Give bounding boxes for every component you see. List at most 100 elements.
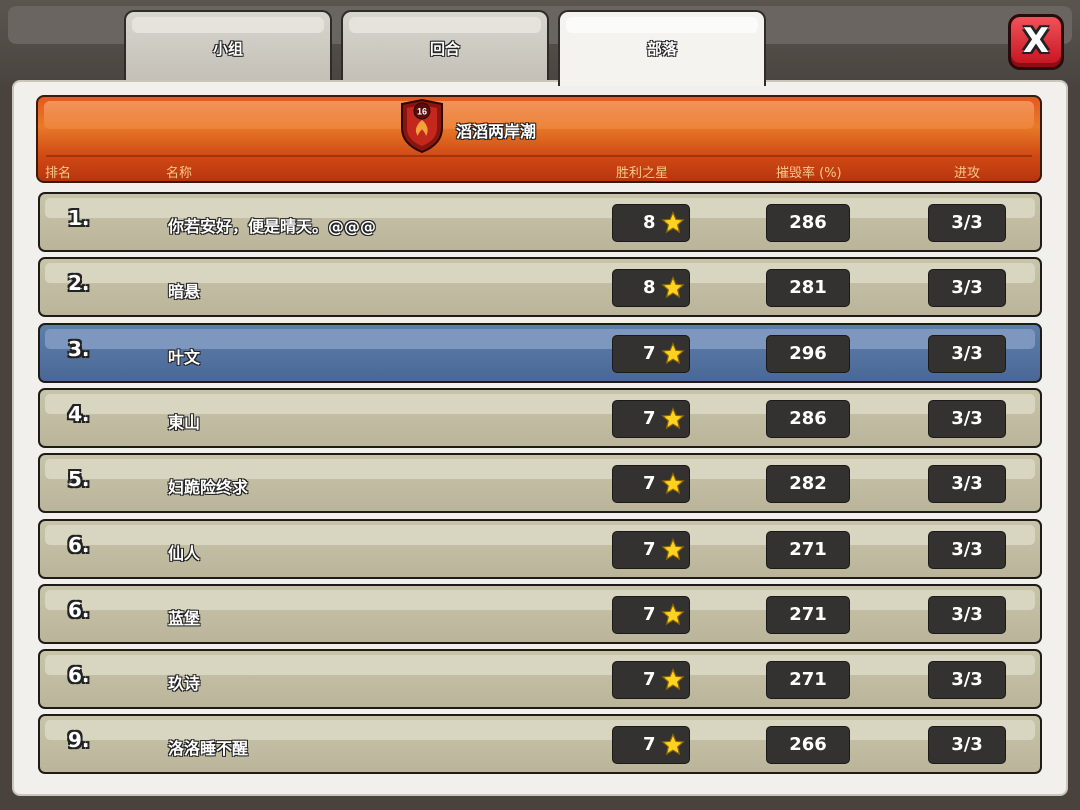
star-icon	[661, 472, 685, 496]
player-name: 玖诗	[168, 674, 201, 694]
star-icon	[661, 276, 685, 300]
column-header-rank: 排名	[45, 166, 72, 181]
stars-value: 8	[643, 277, 656, 299]
player-row[interactable]: 4. 東山 7 286 3/3	[38, 387, 1042, 448]
stars-box: 7	[612, 530, 690, 569]
star-icon	[661, 602, 685, 627]
player-rank: 6.	[68, 532, 90, 557]
attacks-value: 3/3	[951, 212, 983, 233]
destruction-value: 271	[789, 669, 827, 691]
column-header-destruction: 摧毁率 (%)	[776, 166, 842, 181]
star-icon	[661, 406, 685, 431]
destruction-box: 281	[766, 269, 850, 308]
player-name: 蓝堡	[168, 608, 201, 628]
player-row[interactable]: 9. 洛洛睡不醒 7 266 3/3	[38, 714, 1042, 775]
destruction-box: 271	[766, 530, 850, 569]
tab-highlight	[132, 17, 324, 33]
player-row[interactable]: 5. 妇跪险终求 7 282 3/3	[38, 453, 1042, 514]
clan-level: 16	[417, 107, 427, 117]
clan-header-highlight	[44, 101, 1034, 129]
attacks-value: 3/3	[951, 669, 983, 691]
attacks-value: 3/3	[951, 407, 983, 429]
player-row[interactable]: 1. 你若安好，便是晴天。@@@ 8 286 3/3	[38, 192, 1042, 252]
player-rank: 5.	[68, 467, 90, 492]
player-rank: 6.	[68, 597, 90, 622]
destruction-box: 286	[766, 399, 850, 438]
player-name: 你若安好，便是晴天。@@@	[168, 217, 377, 236]
stars-value: 7	[643, 342, 656, 364]
attacks-box: 3/3	[928, 399, 1006, 438]
close-button[interactable]: X	[1008, 14, 1064, 70]
stars-box: 7	[612, 334, 690, 373]
attacks-value: 3/3	[951, 473, 983, 495]
destruction-box: 271	[766, 661, 850, 700]
attacks-box: 3/3	[928, 530, 1006, 569]
player-row[interactable]: 2. 暗悬 8 281 3/3	[38, 257, 1042, 318]
column-header-attacks: 进攻	[954, 166, 981, 181]
tab-highlight	[349, 17, 541, 33]
tab-highlight	[566, 17, 758, 33]
destruction-box: 266	[766, 726, 850, 765]
stars-box: 7	[612, 726, 690, 765]
clan-badge-icon[interactable]: 16	[398, 98, 446, 154]
tab-group[interactable]: 小组	[124, 10, 332, 82]
attacks-box: 3/3	[928, 204, 1006, 242]
destruction-box: 286	[766, 204, 850, 242]
stars-box: 7	[612, 661, 690, 700]
attacks-box: 3/3	[928, 661, 1006, 700]
player-rank: 9.	[68, 728, 90, 753]
destruction-value: 282	[789, 473, 827, 495]
star-icon	[661, 341, 685, 366]
tab-clan[interactable]: 部落	[558, 10, 766, 86]
stars-box: 8	[612, 204, 690, 242]
destruction-box: 271	[766, 595, 850, 634]
stars-value: 7	[643, 734, 656, 756]
player-row[interactable]: 6. 玖诗 7 271 3/3	[38, 649, 1042, 710]
close-icon: X	[1022, 21, 1050, 61]
attacks-value: 3/3	[951, 342, 983, 364]
attacks-box: 3/3	[928, 334, 1006, 373]
destruction-value: 266	[789, 734, 827, 756]
destruction-value: 271	[789, 538, 827, 560]
attacks-value: 3/3	[951, 538, 983, 560]
attacks-box: 3/3	[928, 726, 1006, 765]
player-name: 仙人	[168, 543, 201, 563]
stars-box: 8	[612, 269, 690, 308]
tab-round-label: 回合	[429, 40, 460, 58]
attacks-value: 3/3	[951, 277, 983, 299]
attacks-box: 3/3	[928, 595, 1006, 634]
star-icon	[661, 537, 685, 562]
player-rank: 3.	[68, 336, 90, 361]
stars-box: 7	[612, 465, 690, 504]
player-name: 妇跪险终求	[168, 478, 249, 498]
destruction-box: 296	[766, 334, 850, 373]
column-header-stars: 胜利之星	[616, 166, 669, 181]
player-name: 叶文	[168, 347, 201, 367]
stars-value: 8	[643, 212, 656, 233]
player-name: 暗悬	[168, 282, 201, 302]
stars-value: 7	[643, 538, 656, 560]
star-icon	[661, 733, 685, 757]
clan-name: 滔滔两岸潮	[456, 122, 537, 141]
attacks-box: 3/3	[928, 465, 1006, 504]
player-rank: 1.	[68, 206, 90, 230]
destruction-value: 281	[789, 277, 827, 299]
column-header-name: 名称	[166, 166, 193, 181]
player-rank: 6.	[68, 663, 90, 688]
attacks-value: 3/3	[951, 603, 983, 625]
tab-clan-label: 部落	[646, 40, 677, 58]
clan-header-divider	[46, 155, 1032, 157]
attacks-value: 3/3	[951, 734, 983, 756]
stars-box: 7	[612, 595, 690, 634]
player-rank: 2.	[68, 271, 90, 296]
player-row[interactable]: 6. 蓝堡 7 271 3/3	[38, 583, 1042, 644]
tab-round[interactable]: 回合	[341, 10, 549, 82]
star-icon	[661, 210, 685, 235]
player-row[interactable]: 3. 叶文 7 296 3/3	[38, 322, 1042, 383]
stars-box: 7	[612, 399, 690, 438]
tab-group-label: 小组	[212, 40, 243, 58]
star-icon	[661, 668, 685, 692]
player-row[interactable]: 6. 仙人 7 271 3/3	[38, 518, 1042, 579]
destruction-value: 286	[789, 212, 827, 233]
player-name: 洛洛睡不醒	[168, 739, 249, 759]
